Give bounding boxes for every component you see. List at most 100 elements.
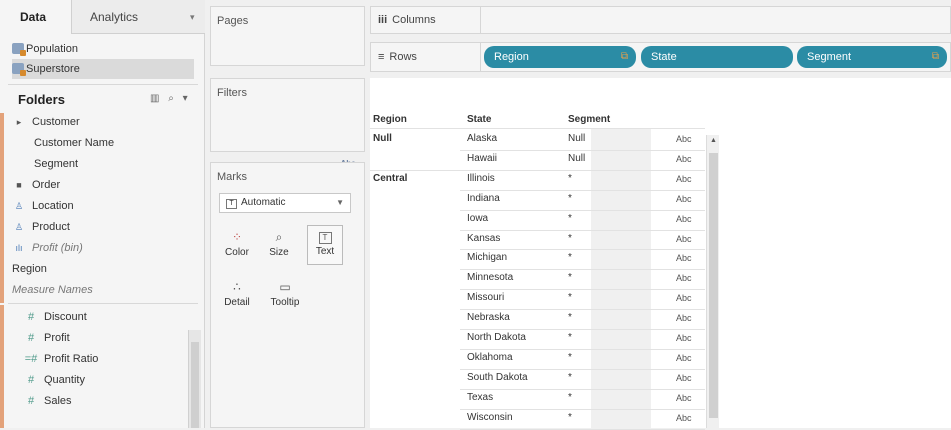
dimension-field[interactable]: AbcCustomer Name: [34, 133, 356, 153]
measure-field[interactable]: # Discount: [24, 307, 87, 327]
rows-label: Rows: [389, 51, 417, 63]
segment-cell: Null: [568, 152, 586, 164]
text-mark-icon: T: [226, 199, 237, 209]
marks-card: Marks T Automatic ▼ ⁘ Color ⌕ Size T Text ∴ Deta…: [210, 162, 365, 428]
filters-title: Filters: [217, 87, 247, 99]
pages-card[interactable]: Pages: [210, 6, 365, 66]
size-icon: ⌕: [275, 230, 283, 244]
row-divider: [460, 428, 705, 430]
dimension-field[interactable]: ♙ Location: [12, 196, 74, 216]
mark-button-label: Color: [225, 247, 249, 258]
header-region[interactable]: Region: [373, 114, 407, 125]
state-cell: Indiana: [467, 192, 500, 204]
segment-cell: *: [568, 172, 572, 184]
row-divider: [460, 249, 705, 251]
header-segment[interactable]: Segment: [568, 114, 610, 125]
dimension-field[interactable]: ılı Profit (bin): [12, 238, 83, 258]
chevron-down-icon: ▼: [336, 198, 344, 207]
row-divider: [460, 229, 705, 231]
shelf-divider: [480, 42, 481, 72]
segment-cell: *: [568, 192, 572, 204]
datasource-label: Population: [26, 43, 78, 55]
number-icon: #: [27, 311, 35, 323]
folder-icon: ■: [16, 180, 22, 190]
measure-field[interactable]: # Quantity: [24, 370, 85, 390]
row-divider: [460, 348, 705, 350]
abc-mark: Abc: [676, 213, 692, 224]
region-cell: Null: [373, 133, 392, 144]
mark-type-value: Automatic: [241, 197, 286, 208]
field-label: Profit: [44, 332, 70, 344]
abc-mark: Abc: [676, 333, 692, 343]
field-label: Region: [12, 263, 47, 275]
color-button[interactable]: ⁘ Color: [219, 225, 255, 265]
hierarchy-icon: ♙: [14, 222, 24, 232]
dimension-field[interactable]: ■ Order: [12, 175, 60, 195]
segment-cell: Null: [568, 133, 586, 144]
dimension-field[interactable]: AbcRegion: [12, 259, 334, 279]
pill-label: Region: [494, 51, 529, 63]
dimension-field[interactable]: AbcMeasure Names: [12, 280, 334, 300]
divider: [8, 84, 198, 85]
mark-button-label: Size: [269, 247, 289, 258]
rows-pill-segment[interactable]: Segment ⧉: [797, 46, 947, 68]
field-label: Customer: [32, 116, 80, 128]
row-divider: [460, 149, 705, 151]
columns-shelf-label: iii Columns: [370, 6, 436, 34]
state-cell: Texas: [467, 391, 494, 403]
row-divider: [460, 388, 705, 390]
segment-cell: *: [568, 212, 572, 224]
abc-mark: Abc: [676, 392, 692, 403]
state-cell: Illinois: [467, 172, 495, 184]
filters-card[interactable]: Filters: [210, 78, 365, 152]
tooltip-button[interactable]: ▭ Tooltip: [263, 275, 307, 315]
mark-type-dropdown[interactable]: T Automatic ▼: [219, 193, 351, 213]
view-canvas[interactable]: Region State Segment Null Alaska Null Abc Ha…: [370, 78, 951, 430]
segment-cell: *: [568, 252, 572, 264]
tab-data[interactable]: Data: [0, 0, 72, 34]
scrollbar-thumb[interactable]: [709, 153, 718, 418]
rows-pill-region[interactable]: Region ⧉: [484, 46, 636, 68]
pane-menu-icon[interactable]: ▾: [190, 0, 195, 34]
measure-field[interactable]: =# Profit Ratio: [24, 349, 99, 369]
field-label: Profit (bin): [32, 242, 83, 254]
rows-pill-state[interactable]: State: [641, 46, 793, 68]
dimension-field[interactable]: ▸ Customer: [12, 112, 80, 132]
size-button[interactable]: ⌕ Size: [261, 225, 297, 265]
abc-mark: Abc: [676, 134, 692, 144]
dimension-field[interactable]: AbcSegment: [34, 154, 356, 174]
field-label: Measure Names: [12, 284, 93, 296]
measures-scrollbar[interactable]: [188, 330, 201, 428]
state-cell: Nebraska: [467, 312, 510, 324]
measure-field[interactable]: # Sales: [24, 391, 72, 411]
detail-button[interactable]: ∴ Detail: [219, 275, 255, 315]
scroll-up-icon[interactable]: ▲: [710, 137, 717, 144]
datasource-superstore[interactable]: Superstore: [12, 59, 194, 79]
segment-cell: *: [568, 332, 572, 343]
tab-analytics[interactable]: Analytics: [90, 0, 138, 34]
folders-toolbar-icons[interactable]: ▥ ⌕ ▾: [150, 93, 191, 104]
header-divider: [370, 128, 705, 129]
dimension-field[interactable]: ♙ Product: [12, 217, 70, 237]
bin-icon: ılı: [15, 243, 23, 253]
segment-cell: *: [568, 351, 572, 363]
folders-title: Folders: [18, 92, 65, 107]
row-divider: [460, 209, 705, 211]
header-state[interactable]: State: [467, 114, 491, 125]
field-label: Sales: [44, 395, 72, 407]
row-divider: [460, 329, 705, 330]
datasource-icon: [12, 43, 26, 56]
text-button[interactable]: T Text: [307, 225, 343, 265]
state-cell: Oklahoma: [467, 351, 513, 363]
datasource-population[interactable]: Population: [12, 39, 194, 59]
columns-shelf[interactable]: [370, 6, 951, 34]
folder-open-icon: ▸: [16, 117, 22, 127]
number-icon: #: [27, 332, 35, 344]
abc-mark: Abc: [676, 153, 692, 164]
number-icon: #: [27, 374, 35, 386]
measures-accent: [0, 305, 4, 428]
hierarchy-icon: ♙: [14, 201, 24, 211]
view-scrollbar[interactable]: ▲: [706, 135, 719, 428]
measure-field[interactable]: # Profit: [24, 328, 70, 348]
scrollbar-thumb[interactable]: [191, 342, 199, 428]
